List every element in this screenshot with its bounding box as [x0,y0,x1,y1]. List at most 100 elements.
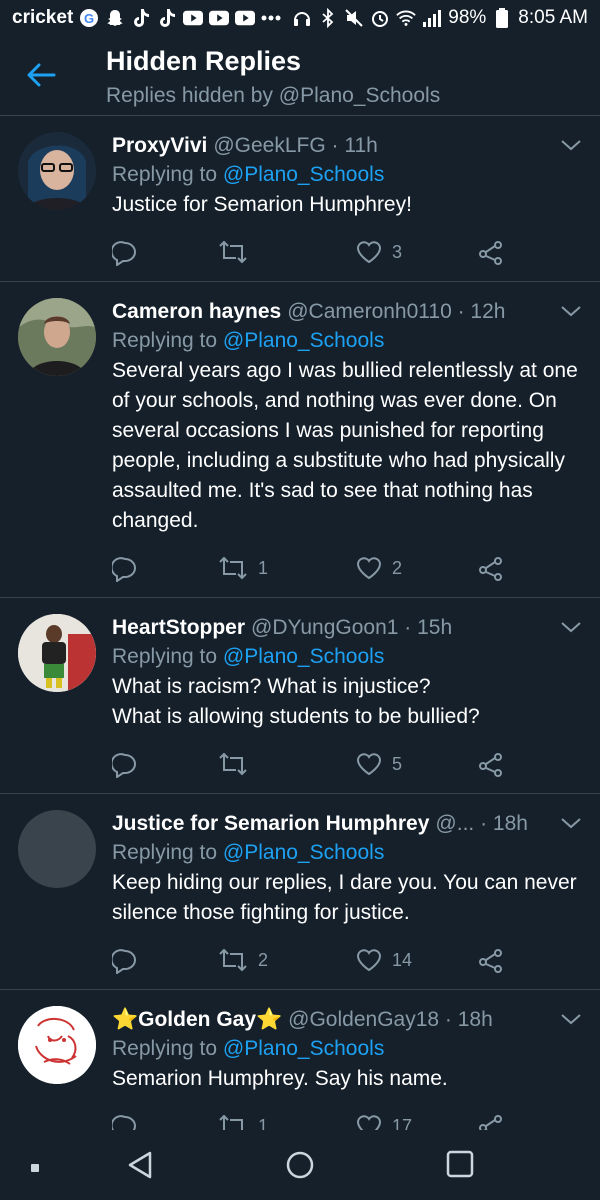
youtube-icon [209,8,230,28]
display-name[interactable]: Cameron haynes [112,298,281,326]
mention-link[interactable]: @Plano_Schools [223,645,384,668]
avatar-placeholder[interactable] [18,810,96,888]
like-button[interactable]: 2 [356,556,402,580]
google-icon: G [79,8,99,28]
retweet-button[interactable] [218,752,258,776]
tweet[interactable]: Cameron haynes @Cameronh0110 · 12h Replyi… [0,282,600,598]
headset-icon [292,8,312,28]
carrier-label: cricket [12,7,74,28]
display-name[interactable]: ProxyVivi [112,132,207,160]
share-button[interactable] [478,556,504,582]
mute-icon [344,8,364,28]
tweet-actions: 2 14 [112,948,512,978]
battery-icon [492,8,512,28]
like-button[interactable]: 5 [356,752,402,776]
tweet-actions: 5 [112,752,512,782]
tweet-text: Several years ago I was bullied relentle… [112,359,578,532]
page-title: Hidden Replies [106,46,302,76]
tweet[interactable]: ⭐Golden Gay⭐ @GoldenGay18 · 18h Replying … [0,990,600,1130]
bluetooth-icon [318,8,338,28]
more-notifications-icon [261,8,281,28]
replying-to: Replying to @Plano_Schools [112,642,580,672]
handle-time: @GeekLFG · 11h [213,134,378,157]
clock: 8:05 AM [518,7,588,28]
tweet-text-line: What is allowing students to be bullied? [112,705,480,728]
reply-icon [112,556,138,582]
recents-nav-icon[interactable] [446,1150,474,1183]
mention-link[interactable]: @Plano_Schools [223,841,384,864]
like-button[interactable]: 14 [356,948,412,972]
avatar[interactable] [18,1006,96,1084]
display-name[interactable]: HeartStopper [112,614,245,642]
tweet-text: Keep hiding our replies, I dare you. You… [112,871,577,924]
tweet[interactable]: ProxyVivi @GeekLFG · 11h Replying to @Pla… [0,116,600,282]
chevron-down-icon[interactable] [560,138,582,152]
replying-to-label: Replying to [112,163,218,186]
like-count: 2 [392,557,403,578]
tweet-actions: 3 [112,240,512,270]
back-nav-icon[interactable] [126,1150,154,1185]
reply-button[interactable] [112,556,138,582]
wifi-icon [396,8,416,28]
youtube-icon [235,8,256,28]
recent-dot-icon[interactable] [30,1160,40,1178]
retweet-count: 1 [258,557,269,578]
reply-icon [112,948,138,974]
tweet[interactable]: HeartStopper @DYungGoon1 · 15h Replying t… [0,598,600,794]
avatar[interactable] [18,298,96,376]
retweet-button[interactable]: 1 [218,1114,268,1130]
retweet-button[interactable]: 1 [218,556,268,580]
page-subtitle: Replies hidden by @Plano_Schools [106,84,441,107]
retweet-icon [218,752,248,776]
youtube-icon [183,8,204,28]
mention-link[interactable]: @Plano_Schools [223,1037,384,1060]
display-name[interactable]: Justice for Semarion Humphrey [112,810,429,838]
like-count: 17 [392,1115,413,1131]
retweet-button[interactable] [218,240,258,264]
share-icon [478,240,504,266]
handle-time: @... · 18h [435,812,528,835]
replying-to: Replying to @Plano_Schools [112,1034,580,1064]
reply-button[interactable] [112,752,138,778]
replying-to: Replying to @Plano_Schools [112,326,580,356]
reply-icon [112,752,138,778]
chevron-down-icon[interactable] [560,304,582,318]
mention-link[interactable]: @Plano_Schools [223,163,384,186]
retweet-button[interactable]: 2 [218,948,268,972]
tweet[interactable]: Justice for Semarion Humphrey @... · 18h … [0,794,600,990]
share-icon [478,948,504,974]
home-nav-icon[interactable] [285,1150,315,1185]
heart-icon [356,556,382,580]
share-button[interactable] [478,752,504,778]
like-button[interactable]: 17 [356,1114,412,1130]
reply-button[interactable] [112,948,138,974]
chevron-down-icon[interactable] [560,1012,582,1026]
handle-time: @Cameronh0110 · 12h [287,300,506,323]
share-button[interactable] [478,240,504,266]
retweet-icon [218,240,248,264]
reply-button[interactable] [112,1114,138,1130]
retweet-icon [218,1114,248,1130]
mention-link[interactable]: @Plano_Schools [223,329,384,352]
tweet-text-line: What is racism? What is injustice? [112,675,431,698]
tiktok-icon [131,8,151,28]
retweet-count: 2 [258,949,269,970]
chevron-down-icon[interactable] [560,620,582,634]
arrow-left-icon[interactable] [24,58,58,92]
share-icon [478,752,504,778]
tiktok-icon [157,8,177,28]
avatar[interactable] [18,614,96,692]
chevron-down-icon[interactable] [560,816,582,830]
heart-icon [356,752,382,776]
avatar[interactable] [18,132,96,210]
handle-time: @DYungGoon1 · 15h [251,616,453,639]
tweet-text: What is racism? What is injustice? What i… [112,672,580,732]
share-button[interactable] [478,1114,504,1130]
reply-button[interactable] [112,240,138,266]
like-button[interactable]: 3 [356,240,402,264]
share-button[interactable] [478,948,504,974]
share-icon [478,1114,504,1130]
tweet-actions: 1 17 [112,1114,512,1130]
retweet-icon [218,556,248,580]
display-name[interactable]: ⭐Golden Gay⭐ [112,1006,282,1034]
